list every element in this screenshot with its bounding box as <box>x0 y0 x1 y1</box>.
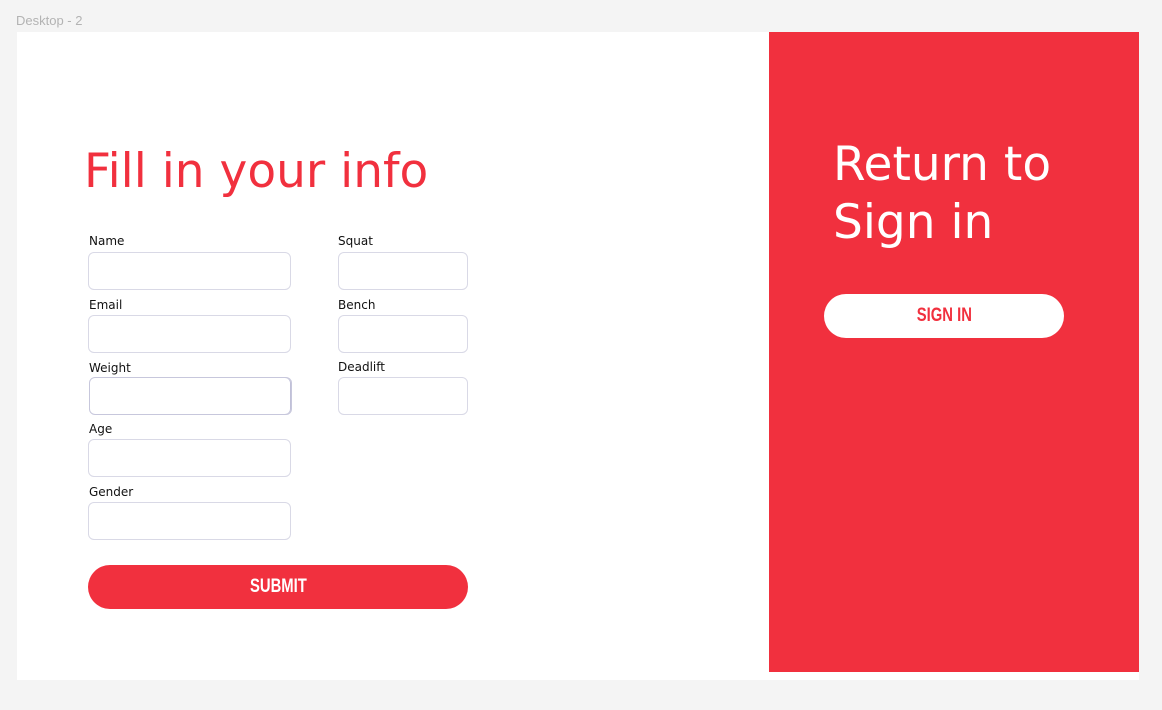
gender-label: Gender <box>89 485 134 499</box>
bench-label: Bench <box>338 298 376 312</box>
frame-label: Desktop - 2 <box>16 13 83 28</box>
age-input[interactable] <box>88 439 291 477</box>
sign-in-button[interactable]: SIGN IN <box>824 294 1064 338</box>
email-input[interactable] <box>88 315 291 353</box>
return-title: Return to Sign in <box>833 137 1052 250</box>
deadlift-label: Deadlift <box>338 360 385 374</box>
sign-in-button-label: SIGN IN <box>916 305 972 326</box>
email-label: Email <box>89 298 123 312</box>
bench-input[interactable] <box>338 315 468 353</box>
age-label: Age <box>89 422 113 436</box>
signin-panel <box>769 32 1139 672</box>
name-input[interactable] <box>88 252 291 290</box>
submit-button[interactable]: SUBMIT <box>88 565 468 609</box>
submit-button-label: SUBMIT <box>249 576 307 597</box>
artboard: Fill in your info Name Email Weight Age … <box>17 32 1139 680</box>
page-title: Fill in your info <box>84 144 429 199</box>
weight-input[interactable] <box>89 377 292 415</box>
gender-input[interactable] <box>88 502 291 540</box>
squat-label: Squat <box>338 234 373 248</box>
name-label: Name <box>89 234 125 248</box>
deadlift-input[interactable] <box>338 377 468 415</box>
squat-input[interactable] <box>338 252 468 290</box>
weight-label: Weight <box>89 361 131 375</box>
